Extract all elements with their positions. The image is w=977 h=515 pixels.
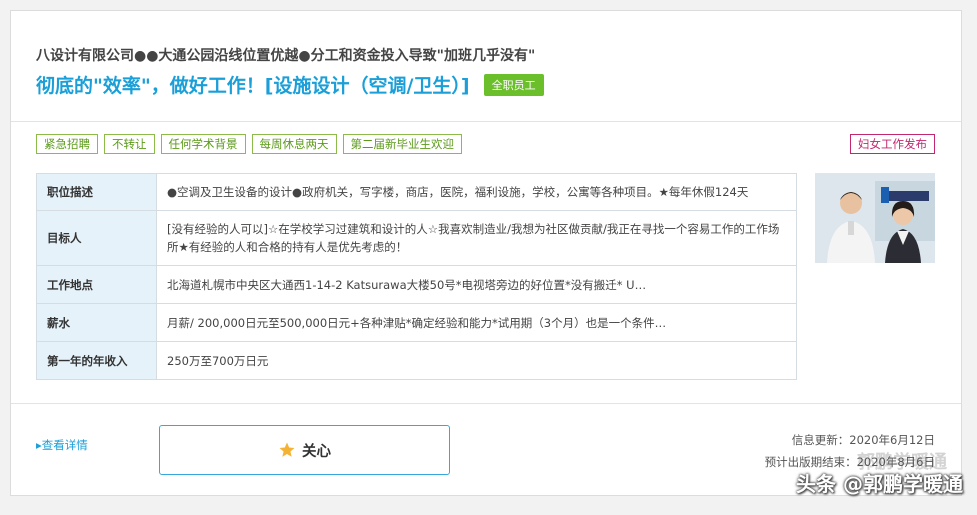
header-divider <box>11 121 961 122</box>
table-row: 薪水 月薪/ 200,000日元至500,000日元+各种津贴*确定经验和能力*… <box>36 303 797 342</box>
title-row: 彻底的"效率"，做好工作！[设施设计（空调/卫生）] 全职员工 <box>36 71 544 98</box>
detail-label: 第一年的年收入 <box>36 341 157 380</box>
job-details-table: 职位描述 ●空调及卫生设备的设计●政府机关，写字楼，商店，医院，福利设施，学校，… <box>36 173 797 380</box>
view-details-link[interactable]: ▸查看详情 <box>36 437 88 453</box>
star-icon <box>279 442 295 457</box>
table-row: 工作地点 北海道札幌市中央区大通西1-14-2 Katsurawa大楼50号*电… <box>36 265 797 304</box>
tag-no-transfer: 不转让 <box>104 134 155 154</box>
listing-header: 八设计有限公司●●大通公园沿线位置优越●分工和资金投入导致"加班几乎没有" 彻底… <box>11 11 961 121</box>
job-listing-card: 八设计有限公司●●大通公园沿线位置优越●分工和资金投入导致"加班几乎没有" 彻底… <box>10 10 962 496</box>
detail-value: ●空调及卫生设备的设计●政府机关，写字楼，商店，医院，福利设施，学校，公寓等各种… <box>156 173 797 211</box>
staff-photo <box>815 173 935 263</box>
tag-two-days-off: 每周休息两天 <box>251 134 337 154</box>
watermark-text: 头条 @郭鹏学暖通 <box>796 472 963 496</box>
detail-label: 薪水 <box>36 303 157 342</box>
favorite-label: 关心 <box>302 443 331 460</box>
tag-any-background: 任何学术背景 <box>160 134 246 154</box>
detail-value: 250万至700万日元 <box>156 341 797 380</box>
company-name: 八设计有限公司●●大通公园沿线位置优越●分工和资金投入导致"加班几乎没有" <box>36 48 536 64</box>
tag-list: 紧急招聘 不转让 任何学术背景 每周休息两天 第二届新毕业生欢迎 <box>36 134 462 154</box>
table-row: 第一年的年收入 250万至700万日元 <box>36 341 797 380</box>
detail-value: 月薪/ 200,000日元至500,000日元+各种津贴*确定经验和能力*试用期… <box>156 303 797 342</box>
detail-value: 北海道札幌市中央区大通西1-14-2 Katsurawa大楼50号*电视塔旁边的… <box>156 265 797 304</box>
staff-photo-image <box>815 173 935 263</box>
footer-divider <box>11 403 961 404</box>
detail-label: 职位描述 <box>36 173 157 211</box>
employment-type-badge: 全职员工 <box>483 73 544 96</box>
detail-label: 目标人 <box>36 210 157 266</box>
table-row: 职位描述 ●空调及卫生设备的设计●政府机关，写字楼，商店，医院，福利设施，学校，… <box>36 173 797 211</box>
tag-new-graduates: 第二届新毕业生欢迎 <box>342 134 462 154</box>
favorite-button[interactable]: 关心 <box>159 425 450 475</box>
tag-urgent: 紧急招聘 <box>36 134 98 154</box>
detail-label: 工作地点 <box>36 265 157 304</box>
job-title-link[interactable]: 彻底的"效率"，做好工作！[设施设计（空调/卫生）] <box>36 71 470 98</box>
detail-value: [没有经验的人可以]☆在学校学习过建筑和设计的人☆我喜欢制造业/我想为社区做贡献… <box>156 210 797 266</box>
women-job-tag: 妇女工作发布 <box>850 134 935 154</box>
table-row: 目标人 [没有经验的人可以]☆在学校学习过建筑和设计的人☆我喜欢制造业/我想为社… <box>36 210 797 266</box>
